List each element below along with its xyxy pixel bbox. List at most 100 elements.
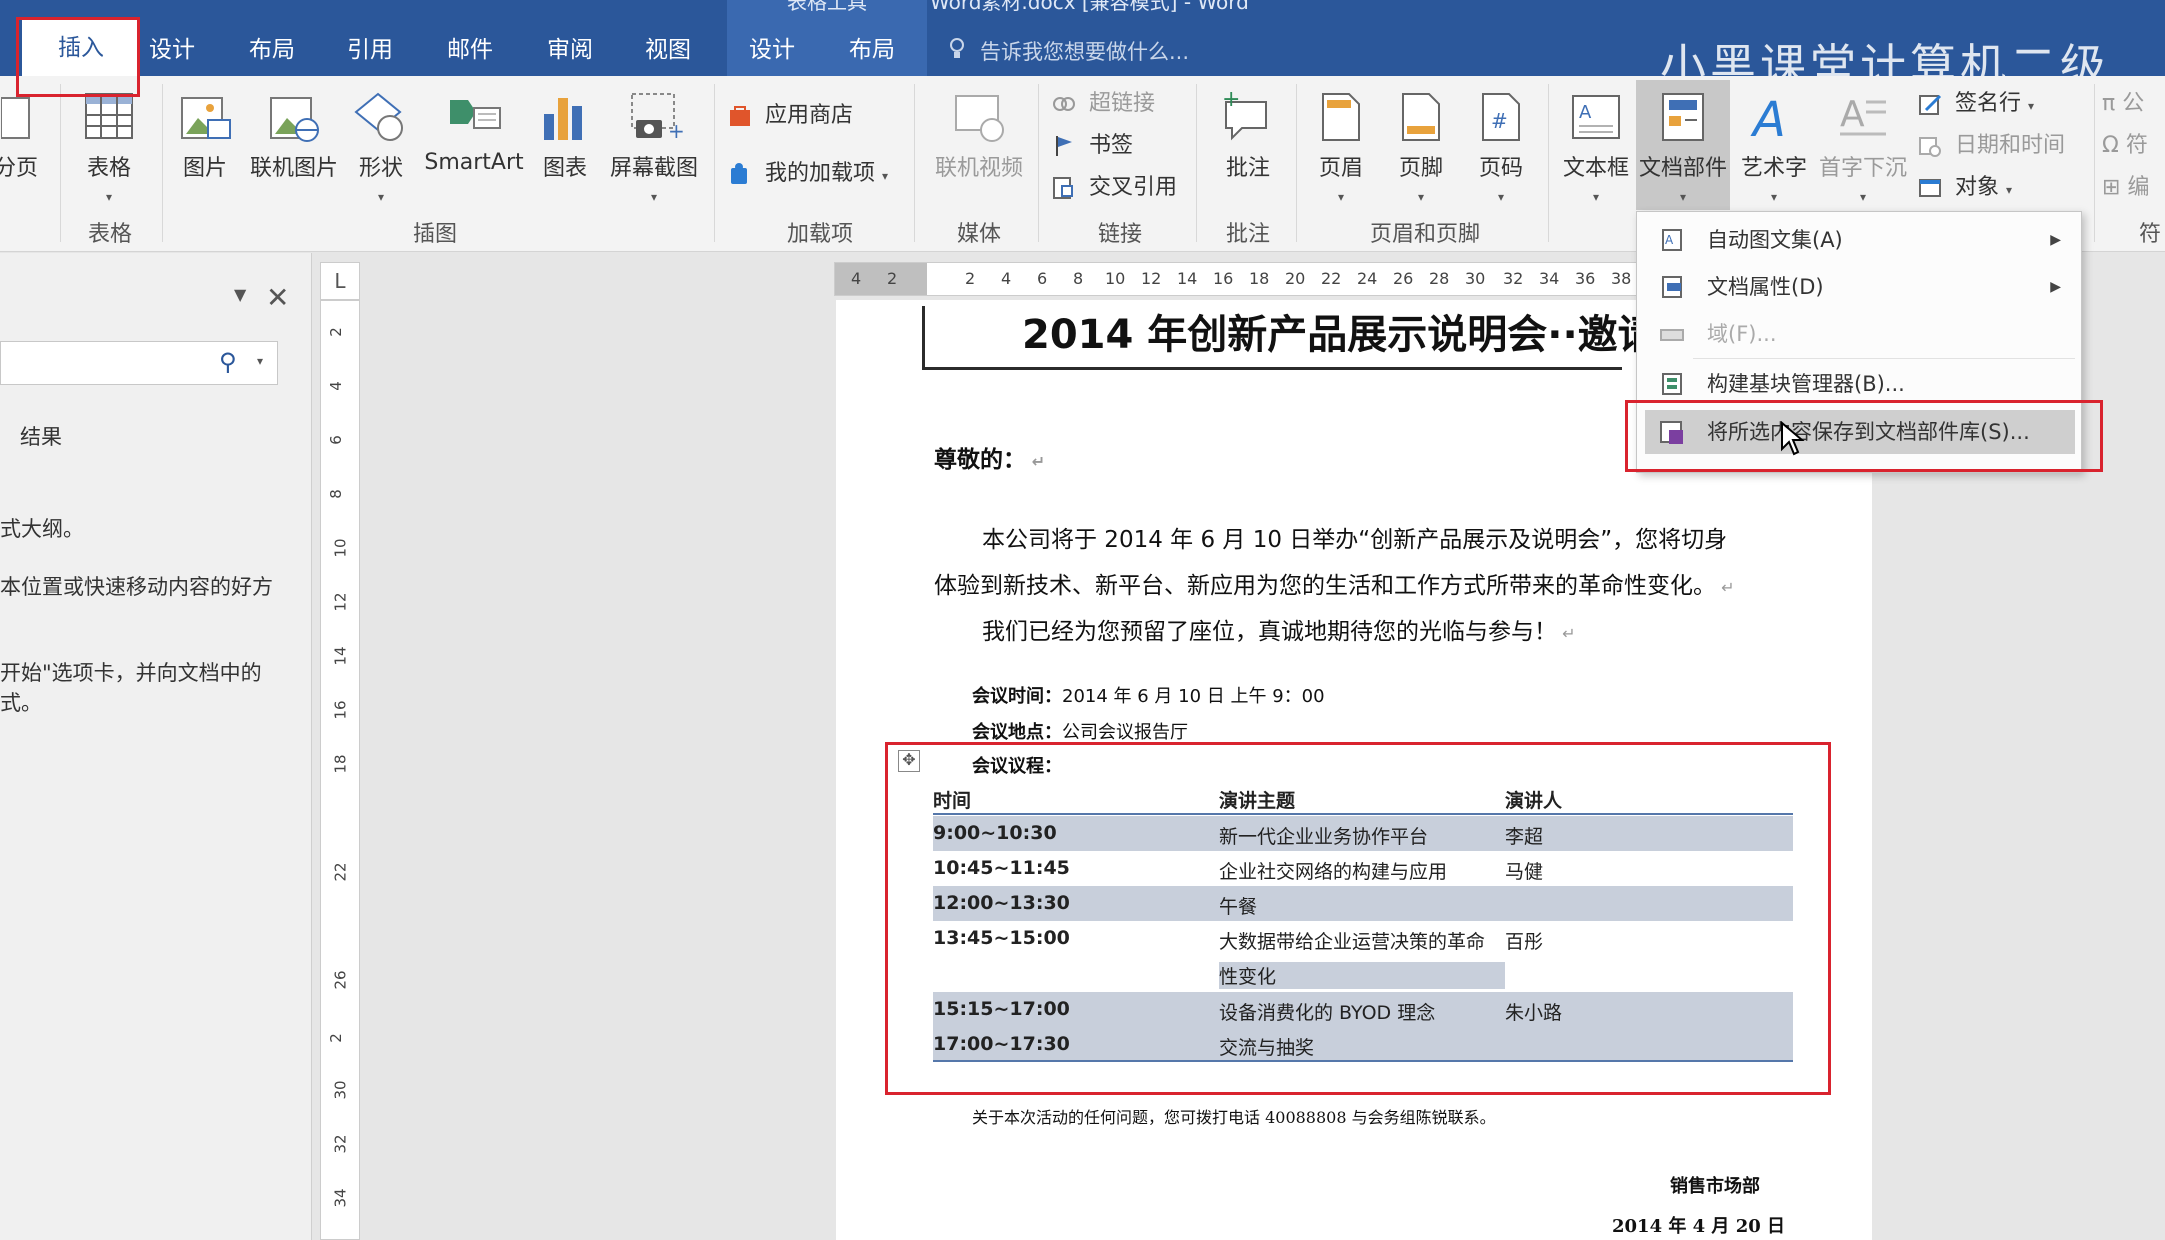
close-icon[interactable]: ✕ xyxy=(266,281,289,314)
group-media-label: 媒体 xyxy=(956,222,1001,247)
number-box-icon: ⊞ xyxy=(2102,175,2128,200)
svg-text:#: # xyxy=(1491,109,1508,133)
header-button[interactable]: 页眉 ▾ xyxy=(1306,90,1376,207)
drop-cap-icon: A xyxy=(1840,94,1886,136)
drop-cap-button[interactable]: A 首字下沉 ▾ xyxy=(1816,90,1910,207)
navigation-pane: ▼ ✕ ⚲ ▾ 结果 式大纲。 本位置或快速移动内容的好方 开始"选项卡，并向文… xyxy=(0,253,312,1240)
group-comments-label: 批注 xyxy=(1225,222,1270,247)
page-number-icon: # xyxy=(1482,93,1520,141)
nav-hint-line-4: 式。 xyxy=(0,691,42,715)
smartart-button[interactable]: SmartArt xyxy=(420,90,528,175)
new-comment-button[interactable]: + 批注 xyxy=(1206,90,1290,182)
results-tab[interactable]: 结果 xyxy=(20,421,62,451)
salutation: 尊敬的： ↵ xyxy=(934,447,1045,473)
tab-selector[interactable]: L xyxy=(320,262,360,300)
paragraph-1-line-2: 体验到新技术、新平台、新应用为您的生活和工作方式所带来的革命性变化。 ↵ xyxy=(934,573,1735,599)
pane-options-chevron-icon[interactable]: ▼ xyxy=(234,285,246,304)
online-picture-icon xyxy=(270,97,319,142)
tab-design[interactable]: 设计 xyxy=(140,30,204,70)
symbol-button[interactable]: Ω 符 xyxy=(2102,128,2148,164)
highlight-agenda-table xyxy=(885,742,1831,1095)
addins-puzzle-icon xyxy=(731,163,747,184)
document-property-icon xyxy=(1662,276,1682,298)
search-icon[interactable]: ⚲ xyxy=(219,348,237,376)
hyperlink-button[interactable]: 超链接 xyxy=(1052,86,1155,122)
bar-chart-icon xyxy=(544,98,582,140)
tab-references[interactable]: 引用 xyxy=(338,30,402,70)
pages-button[interactable]: 分页 xyxy=(0,94,38,182)
numbering-button[interactable]: ⊞ 编 xyxy=(2102,170,2149,206)
svg-text:A: A xyxy=(1665,233,1674,247)
mouse-cursor-icon xyxy=(1781,421,1805,456)
signature-line-button[interactable]: 签名行 ▾ xyxy=(1918,86,2034,122)
tab-table-layout[interactable]: 布局 xyxy=(840,30,904,70)
wordart-button[interactable]: A 艺术字 ▾ xyxy=(1736,90,1812,207)
svg-text:A: A xyxy=(1750,92,1786,144)
nav-hint-line-1: 式大纲。 xyxy=(0,517,84,541)
building-blocks-icon xyxy=(1662,373,1682,395)
shapes-button[interactable]: 形状 ▾ xyxy=(350,90,412,207)
group-illustrations-label: 插图 xyxy=(412,222,457,247)
signature-date: 2014 年 4 月 20 日 xyxy=(1612,1216,1786,1237)
cross-reference-button[interactable]: 交叉引用 xyxy=(1052,170,1177,206)
wordart-icon: A xyxy=(1750,92,1786,144)
ruler-left-margin xyxy=(835,263,927,295)
chart-button[interactable]: 图表 xyxy=(534,90,596,182)
comment-icon: + xyxy=(1222,90,1267,141)
search-options-chevron-icon[interactable]: ▾ xyxy=(257,354,263,368)
cross-reference-icon xyxy=(1053,177,1073,199)
document-heading: 2014 年创新产品展示说明会··邀请 xyxy=(1022,312,1658,358)
table-icon xyxy=(85,93,133,139)
screenshot-button[interactable]: + 屏幕截图 ▾ xyxy=(604,90,704,207)
footer-button[interactable]: 页脚 ▾ xyxy=(1386,90,1456,207)
tab-layout[interactable]: 布局 xyxy=(240,30,304,70)
signature-department: 销售市场部 xyxy=(1670,1176,1760,1197)
tab-view[interactable]: 视图 xyxy=(636,30,700,70)
meeting-place: 会议地点：公司会议报告厅 xyxy=(972,722,1188,743)
ribbon-tab-bar: 表格工具 Word素材.docx [兼容模式] - Word 插入 设计 布局 … xyxy=(0,0,2165,93)
object-window-icon xyxy=(1919,179,1941,197)
bookmark-flag-icon xyxy=(1056,136,1072,156)
tab-mailings[interactable]: 邮件 xyxy=(438,30,502,70)
highlight-insert-tab xyxy=(16,17,140,97)
vertical-ruler[interactable]: 2 4 6 8 10 12 14 16 18 22 26 2 30 32 34 xyxy=(320,300,360,1240)
text-box-button[interactable]: A 文本框 ▾ xyxy=(1556,90,1636,207)
svg-text:+: + xyxy=(1222,90,1240,112)
group-addins-label: 加载项 xyxy=(786,222,853,247)
field-icon xyxy=(1660,329,1684,341)
auto-text-icon: A xyxy=(1662,229,1682,251)
group-tables-label: 表格 xyxy=(87,222,132,247)
tab-table-design[interactable]: 设计 xyxy=(740,30,804,70)
online-picture-button[interactable]: 联机图片 xyxy=(244,90,344,182)
my-addins-button[interactable]: 我的加载项 ▾ xyxy=(728,156,888,192)
object-button[interactable]: 对象 ▾ xyxy=(1918,170,2012,206)
tell-me-search[interactable]: 告诉我您想要做什么... xyxy=(980,36,1189,66)
menu-item-field[interactable]: 域(F)... xyxy=(1645,312,2075,356)
tab-review[interactable]: 审阅 xyxy=(538,30,602,70)
bookmark-button[interactable]: 书签 xyxy=(1052,128,1133,164)
document-title: Word素材.docx [兼容模式] - Word xyxy=(930,0,1249,14)
quick-parts-button[interactable]: 文档部件 ▾ xyxy=(1636,80,1730,210)
omega-icon: Ω xyxy=(2102,133,2126,158)
navigation-search-input[interactable]: ⚲ ▾ xyxy=(0,341,278,385)
picture-button[interactable]: 图片 xyxy=(170,90,240,182)
group-symbols-label: 符 xyxy=(2138,222,2161,247)
picture-icon xyxy=(181,97,231,139)
header-icon xyxy=(1322,93,1360,141)
date-time-button[interactable]: 日期和时间 xyxy=(1918,128,2065,164)
online-video-button[interactable]: 联机视频 xyxy=(924,90,1034,182)
shapes-icon xyxy=(354,92,403,141)
store-button[interactable]: 应用商店 xyxy=(728,98,853,134)
menu-item-auto-text[interactable]: A 自动图文集(A) ▶ xyxy=(1645,218,2075,262)
footer-icon xyxy=(1402,93,1440,141)
text-box-icon: A xyxy=(1572,95,1620,139)
svg-text:A: A xyxy=(1840,94,1865,135)
table-button[interactable]: 表格 ▾ xyxy=(74,90,144,207)
svg-text:+: + xyxy=(668,119,684,143)
nav-hint-line-2: 本位置或快速移动内容的好方 xyxy=(0,575,273,599)
equation-button[interactable]: π 公 xyxy=(2102,86,2144,122)
page-number-button[interactable]: # 页码 ▾ xyxy=(1466,90,1536,207)
menu-item-document-property[interactable]: 文档属性(D) ▶ xyxy=(1645,265,2075,309)
quick-parts-icon xyxy=(1662,93,1704,141)
pi-icon: π xyxy=(2102,91,2123,116)
